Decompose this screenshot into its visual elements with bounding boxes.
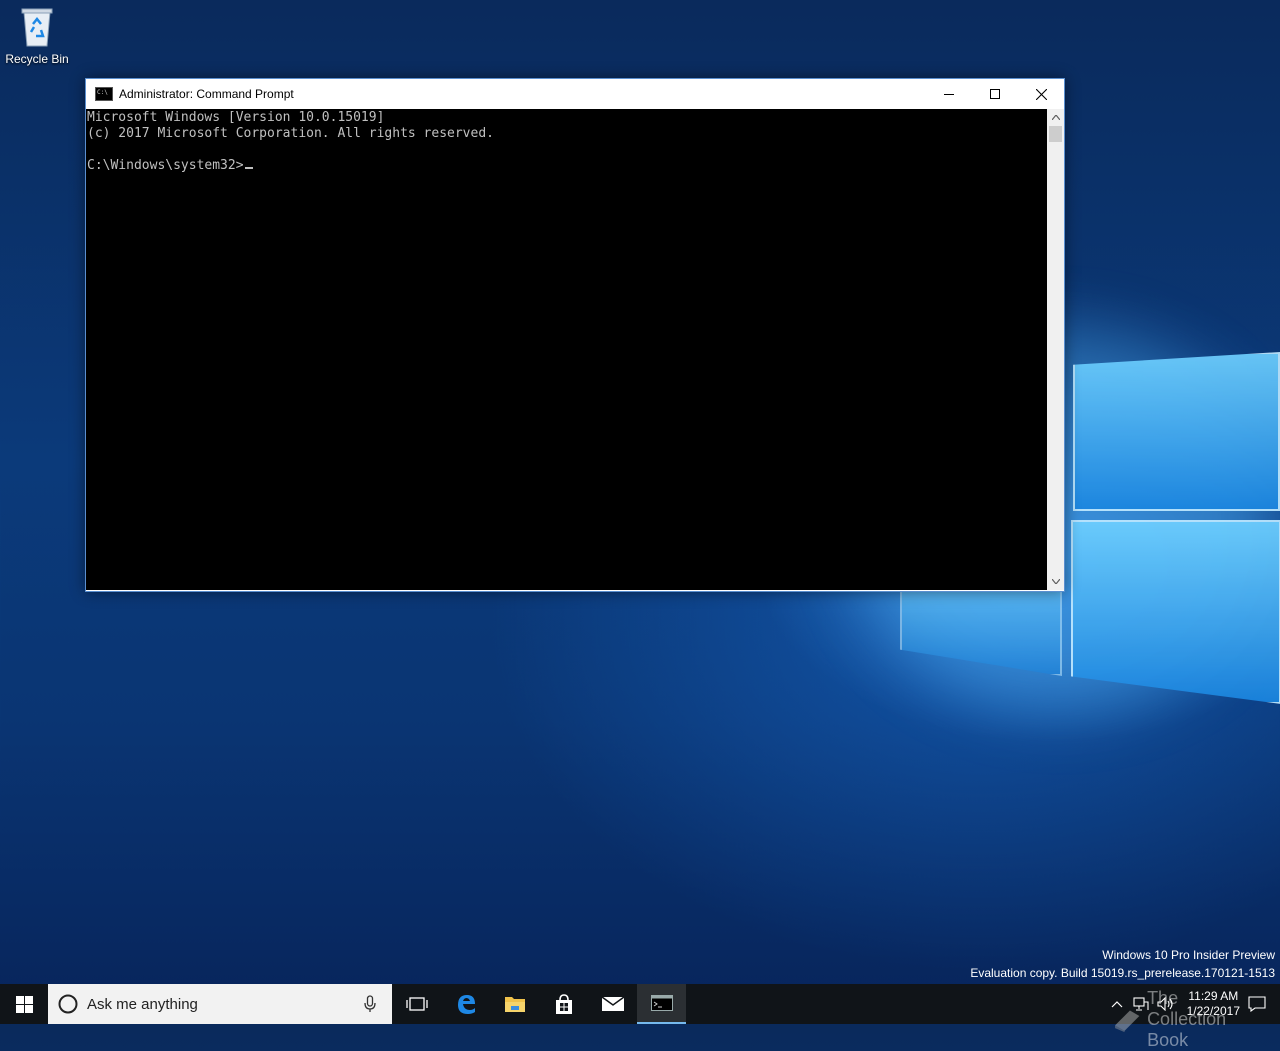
network-icon[interactable] [1133, 997, 1149, 1011]
task-view-button[interactable] [392, 984, 441, 1024]
console-line: (c) 2017 Microsoft Corporation. All righ… [87, 126, 494, 141]
chevron-up-icon[interactable] [1111, 1000, 1123, 1008]
console-line: Microsoft Windows [Version 10.0.15019] [87, 110, 385, 125]
command-prompt-icon[interactable] [95, 87, 113, 101]
scroll-up-button[interactable] [1047, 109, 1064, 126]
file-explorer-taskbar-button[interactable] [490, 984, 539, 1024]
evaluation-watermark: Windows 10 Pro Insider Preview Evaluatio… [970, 946, 1275, 982]
recycle-bin-label: Recycle Bin [5, 52, 69, 66]
store-icon [555, 994, 572, 1014]
recycle-bin-shortcut[interactable]: Recycle Bin [4, 6, 70, 66]
console-prompt: C:\Windows\system32> [87, 158, 244, 173]
chevron-up-icon [1051, 115, 1060, 120]
minimize-button[interactable] [926, 79, 972, 109]
search-box[interactable]: Ask me anything [48, 984, 392, 1024]
console-output[interactable]: Microsoft Windows [Version 10.0.15019] (c… [86, 109, 1047, 590]
text-cursor [244, 167, 253, 169]
start-button[interactable] [0, 984, 48, 1024]
store-taskbar-button[interactable] [539, 984, 588, 1024]
maximize-button[interactable] [972, 79, 1018, 109]
cortana-icon [58, 994, 78, 1014]
close-icon [1035, 88, 1047, 100]
vertical-scrollbar[interactable] [1047, 109, 1064, 590]
command-prompt-icon [650, 995, 673, 1011]
window-title: Administrator: Command Prompt [119, 87, 294, 101]
watermark-build: Evaluation copy. Build 15019.rs_prerelea… [970, 966, 1275, 980]
microphone-icon[interactable] [364, 995, 376, 1013]
mail-icon [601, 996, 624, 1011]
edge-taskbar-button[interactable] [441, 984, 490, 1024]
edge-icon [457, 995, 475, 1014]
command-prompt-window[interactable]: Administrator: Command Prompt Microsoft … [85, 78, 1065, 592]
mail-taskbar-button[interactable] [588, 984, 637, 1024]
close-button[interactable] [1018, 79, 1064, 109]
volume-icon[interactable] [1157, 997, 1175, 1011]
file-explorer-icon [504, 997, 525, 1012]
console-prompt-line: C:\Windows\system32> [87, 158, 1047, 174]
search-placeholder: Ask me anything [87, 995, 198, 1013]
recycle-bin-icon [19, 6, 55, 48]
scroll-down-button[interactable] [1047, 573, 1064, 590]
command-prompt-taskbar-button[interactable] [637, 984, 686, 1024]
watermark-edition: Windows 10 Pro Insider Preview [1102, 948, 1275, 962]
taskbar: Ask me anything The Collection Book 11:2… [0, 984, 1280, 1050]
system-tray: The Collection Book 11:29 AM 1/22/2017 [1111, 984, 1280, 1050]
maximize-icon [990, 89, 1000, 99]
task-view-icon [405, 997, 428, 1011]
console-line: ​ [87, 142, 1047, 158]
windows-logo-icon [15, 995, 33, 1013]
window-titlebar[interactable]: Administrator: Command Prompt [86, 79, 1064, 109]
minimize-icon [944, 94, 954, 95]
scroll-thumb[interactable] [1049, 126, 1062, 142]
chevron-down-icon [1051, 579, 1060, 584]
